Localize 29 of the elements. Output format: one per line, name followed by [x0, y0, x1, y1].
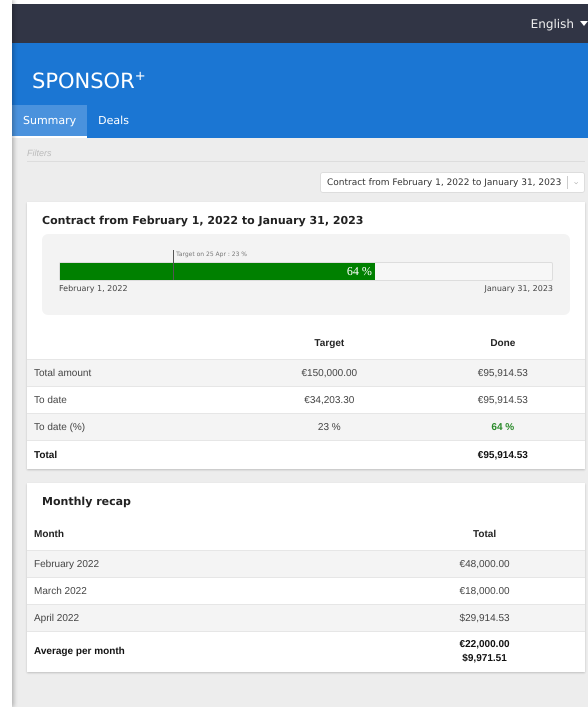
row-label: February 2022 — [27, 550, 384, 578]
row-label: To date (%) — [27, 414, 238, 440]
row-label: Total — [27, 440, 238, 469]
tab[interactable]: Deals — [87, 105, 140, 138]
column-header: Month — [27, 518, 384, 550]
table-cell: €48,000.00 — [384, 550, 585, 578]
table-cell: €22,000.00 $9,971.51 — [384, 632, 585, 672]
start-date: February 1, 2022 — [59, 284, 128, 293]
column-header: Target — [238, 327, 421, 360]
table-cell: €150,000.00 — [238, 360, 421, 386]
column-header: Done — [420, 327, 585, 360]
row-label: Average per month — [27, 632, 384, 672]
table-cell: 23 % — [238, 414, 421, 440]
row-label: Total amount — [27, 360, 238, 386]
table-cell: €95,914.53 — [420, 440, 585, 469]
progress-label: 64 % — [346, 264, 373, 279]
brand-logo: SPONSOR$^{+}$ — [31, 68, 147, 93]
caret-icon — [580, 21, 588, 26]
table-cell: €95,914.53 — [420, 360, 585, 386]
language-dropdown[interactable]: English — [530, 16, 588, 30]
end-date: January 31, 2023 — [484, 284, 553, 293]
contract-select[interactable]: Contract from February 1, 2022 to January 31, 2023 — [320, 172, 585, 193]
card-title: Contract from February 1, 2022 to January 31, 2023 — [41, 213, 364, 229]
row-label: April 2022 — [27, 604, 384, 632]
card-title: Monthly recap — [41, 494, 132, 510]
table-cell: $29,914.53 — [384, 604, 585, 632]
column-header: Total — [384, 518, 585, 550]
table-cell: 64 % — [420, 414, 585, 440]
chevron-down-icon — [574, 180, 578, 186]
